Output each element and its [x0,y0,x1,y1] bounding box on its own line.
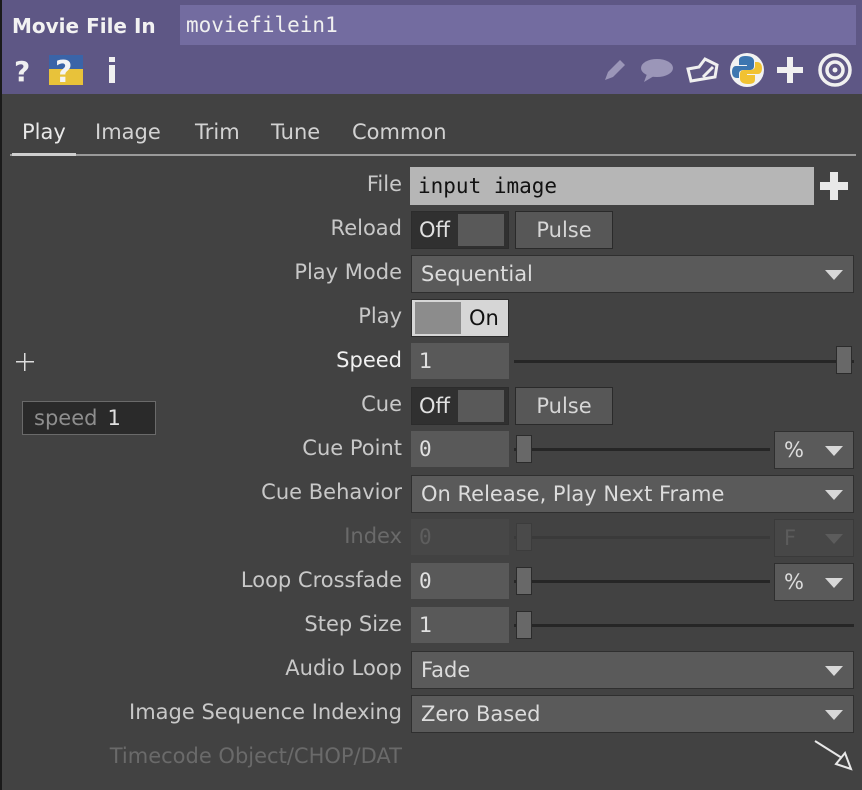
audio-loop-label: Audio Loop [285,656,402,680]
file-label: File [366,172,402,196]
step-size-field[interactable]: 1 [411,607,509,643]
crosshair-icon [15,352,35,372]
chevron-down-icon [825,534,843,544]
speed-readout-name: speed [34,406,98,430]
play-mode-dropdown[interactable]: Sequential [411,255,854,293]
loop-crossfade-field[interactable]: 0 [411,563,509,599]
cue-behavior-label: Cue Behavior [261,480,402,504]
toggle-knob [415,302,461,334]
add-icon[interactable] [774,53,806,87]
loop-crossfade-label: Loop Crossfade [240,568,402,592]
loop-crossfade-slider-handle[interactable] [516,567,532,595]
index-unit-value: F [784,526,797,550]
file-field[interactable]: input image [410,167,814,205]
edit-icon[interactable] [600,53,630,87]
index-label: Index [344,524,402,548]
chevron-down-icon [825,666,843,676]
speed-field[interactable]: 1 [411,343,509,379]
cue-point-unit-dropdown[interactable]: % [774,431,854,469]
reload-toggle[interactable]: Off [411,211,509,249]
loop-crossfade-slider-track[interactable] [514,580,770,583]
operator-type-label: Movie File In [12,14,156,38]
operator-name-field[interactable]: moviefilein1 [180,5,856,45]
help-icon[interactable]: ? [10,53,36,87]
step-size-label: Step Size [304,612,402,636]
audio-loop-dropdown[interactable]: Fade [411,651,854,689]
parameter-panel: Movie File In moviefilein1 ? ? Play Imag… [2,0,862,790]
file-add-icon[interactable] [818,170,850,202]
cue-label: Cue [361,392,402,416]
resize-arrow-icon[interactable] [812,738,854,772]
reload-toggle-text: Off [419,218,450,242]
speed-label: Speed [336,348,402,372]
tab-trim[interactable]: Trim [195,120,240,144]
image-seq-indexing-label: Image Sequence Indexing [129,700,402,724]
speed-slider-handle[interactable] [836,346,852,374]
loop-crossfade-unit-value: % [784,570,804,594]
index-slider-handle [516,523,532,551]
svg-text:?: ? [14,55,30,85]
tab-tune[interactable]: Tune [271,120,320,144]
chevron-down-icon [825,270,843,280]
reload-label: Reload [330,216,402,240]
index-field: 0 [411,519,509,555]
reload-pulse-button[interactable]: Pulse [515,211,613,249]
chevron-down-icon [825,490,843,500]
tab-common[interactable]: Common [352,120,447,144]
speed-readout: speed 1 [22,401,156,435]
help-operator-icon[interactable]: ? [46,53,86,87]
image-seq-indexing-dropdown[interactable]: Zero Based [411,695,854,733]
cue-point-unit-value: % [784,438,804,462]
cue-behavior-value: On Release, Play Next Frame [421,482,725,506]
step-size-slider-handle[interactable] [516,611,532,639]
image-seq-indexing-value: Zero Based [421,702,541,726]
tab-play[interactable]: Play [12,120,76,156]
cue-point-slider-handle[interactable] [516,435,532,463]
index-unit-dropdown: F [774,519,854,557]
play-toggle-text: On [469,306,499,330]
play-mode-label: Play Mode [294,260,402,284]
cue-pulse-button[interactable]: Pulse [515,387,613,425]
step-size-slider-track[interactable] [514,624,854,627]
cue-behavior-dropdown[interactable]: On Release, Play Next Frame [411,475,854,513]
cue-toggle[interactable]: Off [411,387,509,425]
toggle-knob [458,214,504,246]
play-toggle[interactable]: On [411,299,509,337]
panel-header: Movie File In moviefilein1 ? ? [2,0,862,94]
chevron-down-icon [825,710,843,720]
index-slider-track [514,536,770,539]
info-icon[interactable] [102,53,122,87]
timecode-label: Timecode Object/CHOP/DAT [109,744,402,768]
cue-point-field[interactable]: 0 [411,431,509,467]
play-label: Play [358,304,402,328]
target-icon[interactable] [816,53,854,87]
clone-icon[interactable] [684,53,722,87]
tab-image[interactable]: Image [95,120,161,144]
play-mode-value: Sequential [421,262,533,286]
python-icon[interactable] [728,53,766,87]
svg-text:?: ? [55,55,72,87]
cue-toggle-text: Off [419,394,450,418]
audio-loop-value: Fade [421,658,471,682]
comment-icon[interactable] [638,53,676,87]
speed-slider-track[interactable] [514,360,854,363]
cue-point-label: Cue Point [302,436,402,460]
cue-point-slider-track[interactable] [514,448,770,451]
chevron-down-icon [825,578,843,588]
page-tabs: Play Image Trim Tune Common [10,116,856,156]
chevron-down-icon [825,446,843,456]
speed-readout-value: 1 [107,406,121,430]
loop-crossfade-unit-dropdown[interactable]: % [774,563,854,601]
toggle-knob [458,390,504,422]
